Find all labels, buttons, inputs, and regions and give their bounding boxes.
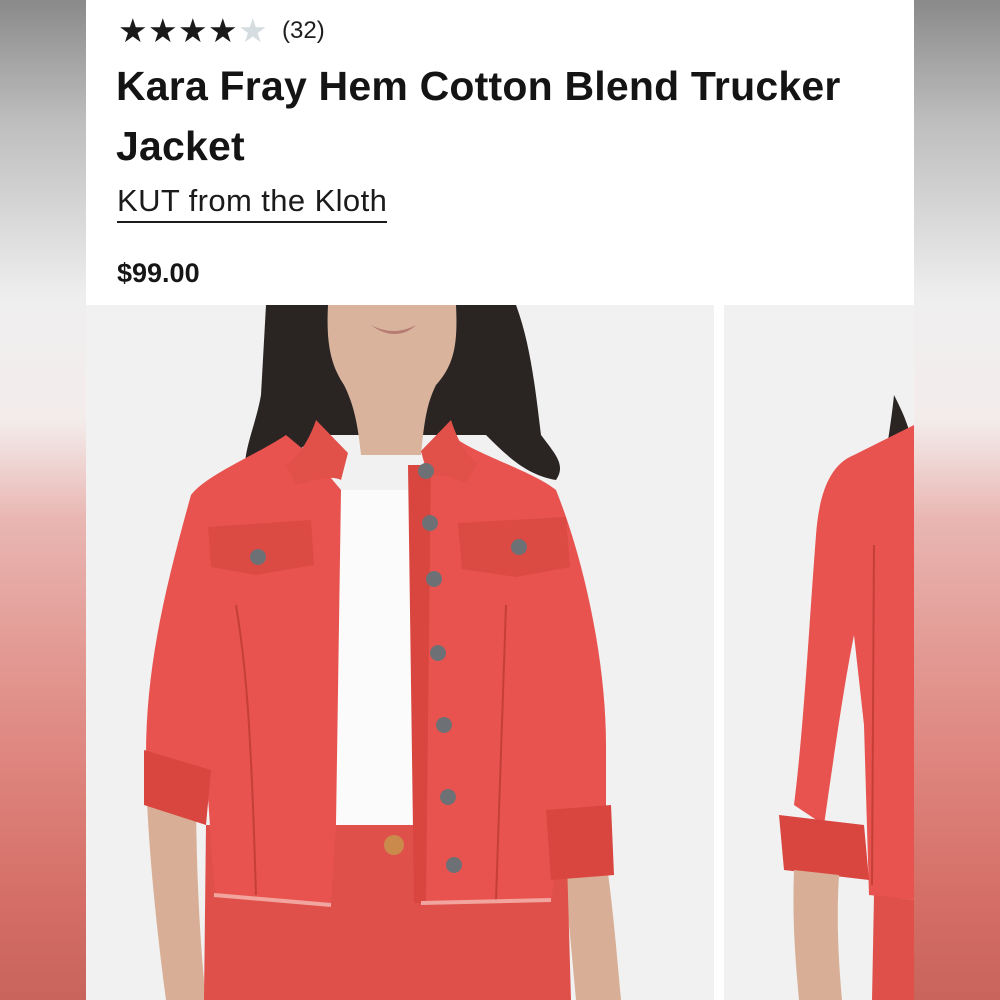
star-filled-icon: ★ [178,11,208,50]
star-filled-icon: ★ [118,11,148,50]
brand-link[interactable]: KUT from the Kloth [117,183,388,223]
jacket-photo-front [86,305,714,1000]
star-filled-icon: ★ [208,11,238,50]
star-filled-icon: ★ [148,11,178,50]
product-photo-side[interactable] [724,305,914,1000]
product-photo-front[interactable] [86,305,714,1000]
product-price: $99.00 [117,258,200,288]
blurred-background-left [0,0,86,1000]
rating-summary[interactable]: ★ ★ ★ ★ ★ (32) [118,14,325,48]
star-rating: ★ ★ ★ ★ ★ [118,14,268,48]
product-title: Kara Fray Hem Cotton Blend Trucker Jacke… [116,63,841,169]
product-image-carousel[interactable] [86,305,914,1000]
blurred-background-right [914,0,1000,1000]
review-count[interactable]: (32) [282,17,325,45]
jacket-photo-side [724,305,914,1000]
star-empty-icon: ★ [238,11,268,50]
product-page: ★ ★ ★ ★ ★ (32) Kara Fray Hem Cotton Blen… [86,0,914,1000]
